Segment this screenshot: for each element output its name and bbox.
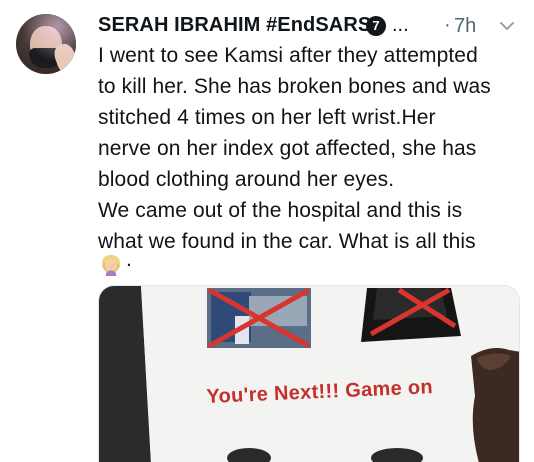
- display-name[interactable]: SERAH IBRAHIM #EndSARS: [98, 14, 371, 37]
- trailing-period: .: [126, 248, 132, 271]
- tweet-text-line: I went to see Kamsi after they attempted: [98, 44, 478, 67]
- tweet-text-line: We came out of the hospital and this is: [98, 199, 463, 222]
- separator-dot: ·: [444, 14, 451, 36]
- tweet-text-line: blood clothing around her eyes.: [98, 168, 395, 191]
- tweet-text-line: nerve on her index got affected, she has: [98, 137, 477, 160]
- crossed-photo-right: [361, 287, 461, 342]
- tweet-media-image[interactable]: You're Next!!! Game on: [98, 285, 520, 462]
- chevron-down-icon[interactable]: [498, 17, 516, 35]
- timestamp[interactable]: 7h: [454, 15, 476, 38]
- avatar[interactable]: [16, 14, 76, 74]
- truncation-ellipsis: ...: [392, 14, 409, 36]
- emoji-line: .: [98, 248, 158, 278]
- notification-badge: 7: [366, 16, 386, 36]
- crossed-photo-left: [207, 287, 311, 349]
- tweet-text-line: what we found in the car. What is all th…: [98, 230, 476, 253]
- tweet-text-line: stitched 4 times on her left wrist.Her: [98, 106, 436, 129]
- tweet-text: I went to see Kamsi after they attempted…: [98, 40, 528, 257]
- tweet[interactable]: SERAH IBRAHIM #EndSARS 7 ... · 7h I went…: [0, 0, 534, 462]
- poster-photo: [99, 286, 519, 462]
- woman-facepalming-icon: [102, 255, 120, 276]
- tweet-header: SERAH IBRAHIM #EndSARS 7 ... · 7h: [98, 8, 528, 42]
- tweet-text-line: to kill her. She has broken bones and wa…: [98, 75, 491, 98]
